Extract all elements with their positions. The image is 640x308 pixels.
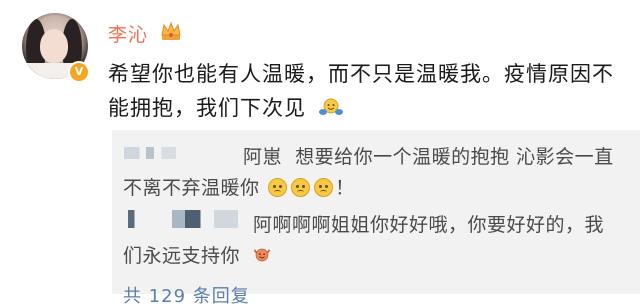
reply-text: 阿啊啊啊姐姐你好好哦，你要好好的，我们永远支持你 xyxy=(123,214,605,267)
verified-badge-icon: V xyxy=(68,61,90,83)
post-text-content: 希望你也能有人温暖，而不只是温暖我。疫情原因不能拥抱，我们下次见 xyxy=(108,62,614,120)
username[interactable]: 李沁 xyxy=(108,20,148,47)
total-replies-link[interactable]: 共 129 条回复 xyxy=(123,282,250,308)
hug-emoji-icon xyxy=(318,98,343,115)
reply-item[interactable]: 阿崽 想要给你一个温暖的抱抱 沁影会一直不离不弃温暖你 ！ xyxy=(123,142,623,204)
reply-suffix: ！ xyxy=(335,177,355,199)
smile-emoji-icon xyxy=(314,178,334,197)
avatar-face xyxy=(40,29,68,63)
smile-emoji-icon xyxy=(268,178,288,197)
post-text: 希望你也能有人温暖，而不只是温暖我。疫情原因不能拥抱，我们下次见 xyxy=(108,57,628,125)
reply-item[interactable]: 阿啊啊啊姐姐你好好哦，你要好好的，我们永远支持你 xyxy=(123,210,623,272)
cheer-emoji-icon xyxy=(253,248,270,262)
smile-emoji-icon xyxy=(291,178,311,197)
reply-name[interactable]: 阿崽 xyxy=(243,146,282,168)
crown-icon xyxy=(161,21,181,40)
reply-text: 想要给你一个温暖的抱抱 沁影会一直不离不弃温暖你 xyxy=(123,146,614,199)
